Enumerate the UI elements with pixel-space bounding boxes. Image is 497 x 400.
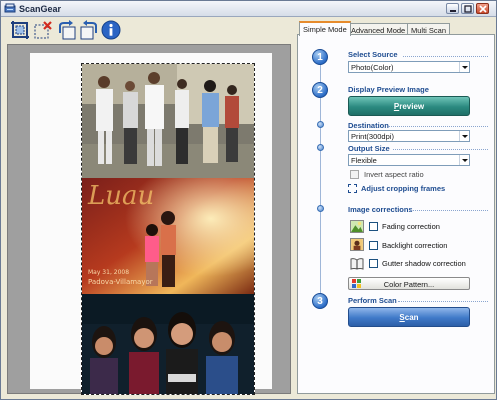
minimize-button[interactable] xyxy=(446,3,459,14)
rotate-right-icon[interactable] xyxy=(79,20,99,40)
photo-caption-date: May 31, 2008 xyxy=(88,269,129,276)
chevron-down-icon xyxy=(459,155,469,165)
preview-area[interactable]: Luau May 31, 2008 Padova-Villamayor xyxy=(7,44,291,395)
preview-photo-group xyxy=(82,64,254,178)
scan-button[interactable]: Scan xyxy=(348,307,470,327)
image-corrections-title: Image corrections xyxy=(348,205,413,214)
minimize-icon xyxy=(450,10,456,12)
section-divider xyxy=(410,210,488,211)
destination-dropdown[interactable]: Print(300dpi) xyxy=(348,130,470,142)
close-button[interactable] xyxy=(476,3,489,14)
cropping-frame[interactable]: Luau May 31, 2008 Padova-Villamayor xyxy=(81,63,255,395)
photo-caption-names: Padova-Villamayor xyxy=(88,278,153,286)
backlight-correction-checkbox[interactable] xyxy=(369,241,378,250)
chevron-down-icon xyxy=(459,131,469,141)
select-source-dropdown[interactable]: Photo(Color) xyxy=(348,61,470,73)
delete-crop-icon[interactable] xyxy=(33,20,53,40)
preview-photo-friends xyxy=(82,294,254,394)
section-divider xyxy=(403,56,488,57)
scanned-document: Luau May 31, 2008 Padova-Villamayor xyxy=(30,53,272,395)
backlight-correction-label: Backlight correction xyxy=(382,241,448,250)
preview-button[interactable]: Preview xyxy=(348,96,470,116)
step-1-badge: 1 xyxy=(312,49,328,65)
info-icon[interactable] xyxy=(101,20,121,40)
tab-simple-mode[interactable]: Simple Mode xyxy=(299,21,351,36)
select-source-title: Select Source xyxy=(348,50,398,59)
fading-correction-label: Fading correction xyxy=(382,222,440,231)
section-divider xyxy=(398,301,488,302)
output-size-dropdown[interactable]: Flexible xyxy=(348,154,470,166)
section-divider xyxy=(388,126,488,127)
step-3-badge: 3 xyxy=(312,293,328,309)
fading-correction-checkbox[interactable] xyxy=(369,222,378,231)
photo-caption-title: Luau xyxy=(87,181,154,211)
step-2-badge: 2 xyxy=(312,82,328,98)
gutter-shadow-correction-checkbox[interactable] xyxy=(369,259,378,268)
fading-thumbnail-icon xyxy=(350,220,364,233)
destination-title: Destination xyxy=(348,121,389,130)
scanner-app-icon xyxy=(4,3,16,13)
color-pattern-button[interactable]: Color Pattern... xyxy=(348,277,470,290)
scangear-window: ScanGear Luau May 31, 2008 Padova-Villam… xyxy=(0,0,497,400)
window-title: ScanGear xyxy=(19,4,62,14)
crop-frame-icon xyxy=(348,184,357,193)
gutter-shadow-correction-label: Gutter shadow correction xyxy=(382,259,466,268)
close-icon xyxy=(479,5,487,13)
color-pattern-icon xyxy=(352,279,361,288)
chevron-down-icon xyxy=(459,62,469,72)
auto-crop-icon[interactable] xyxy=(10,20,30,40)
destination-dot xyxy=(317,121,324,128)
output-size-dot xyxy=(317,144,324,151)
backlight-thumbnail-icon xyxy=(350,238,364,251)
invert-aspect-ratio-checkbox[interactable] xyxy=(350,170,359,179)
adjust-cropping-frames-link[interactable]: Adjust cropping frames xyxy=(361,184,445,193)
simple-mode-panel: 1 Select Source Photo(Color) 2 Display P… xyxy=(297,34,495,394)
display-preview-title: Display Preview Image xyxy=(348,85,429,94)
title-bar[interactable]: ScanGear xyxy=(1,1,496,17)
maximize-icon xyxy=(464,5,472,13)
image-corrections-dot xyxy=(317,205,324,212)
perform-scan-title: Perform Scan xyxy=(348,296,397,305)
book-gutter-icon xyxy=(350,258,364,270)
rotate-left-icon[interactable] xyxy=(57,20,77,40)
invert-aspect-ratio-label: Invert aspect ratio xyxy=(364,170,424,179)
maximize-button[interactable] xyxy=(461,3,474,14)
preview-photo-couple: Luau May 31, 2008 Padova-Villamayor xyxy=(82,178,254,294)
output-size-title: Output Size xyxy=(348,144,390,153)
section-divider xyxy=(393,149,488,150)
